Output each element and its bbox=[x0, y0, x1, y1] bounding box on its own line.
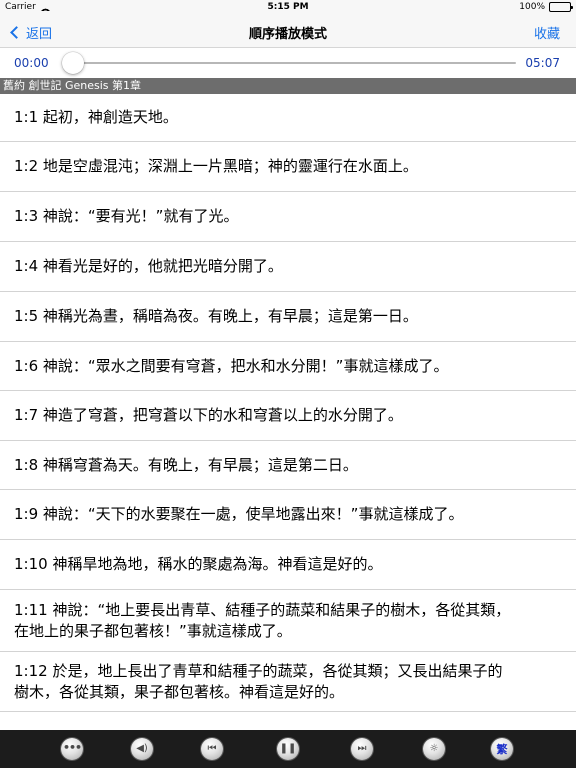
verse-row[interactable]: 1:8 神稱穹蒼為天。有晚上，有早晨；這是第二日。 bbox=[0, 441, 576, 490]
verse-row[interactable]: 1:11 神說：“地上要長出青草、結種子的蔬菜和結果子的樹木，各從其類， 在地上的… bbox=[0, 590, 576, 652]
traditional-chinese-button[interactable]: 繁 bbox=[491, 738, 513, 760]
status-time: 5:15 PM bbox=[267, 2, 309, 12]
verse-row[interactable]: 1:12 於是，地上長出了青草和結種子的蔬菜，各從其類；又長出結果子的 樹木，各從… bbox=[0, 652, 576, 712]
audio-progress-bar: 00:00 05:07 bbox=[0, 48, 576, 78]
verse-list[interactable]: 1:1 起初，神創造天地。 1:2 地是空虛混沌；深淵上一片黑暗；神的靈運行在水面… bbox=[0, 94, 576, 730]
progress-track[interactable] bbox=[68, 62, 516, 64]
verse-row[interactable]: 1:6 神說：“眾水之間要有穹蒼，把水和水分開！”事就這樣成了。 bbox=[0, 342, 576, 391]
verse-text: 1:7 神造了穹蒼，把穹蒼以下的水和穹蒼以上的水分開了。 bbox=[14, 406, 403, 424]
skip-back-icon: ⏮ bbox=[207, 743, 217, 754]
verse-row[interactable]: 1:5 神稱光為晝，稱暗為夜。有晚上，有早晨；這是第一日。 bbox=[0, 292, 576, 342]
previous-button[interactable]: ⏮ bbox=[201, 738, 223, 760]
verse-text: 樹木，各從其類，果子都包著核。神看這是好的。 bbox=[14, 682, 345, 701]
verse-row[interactable]: 1:10 神稱旱地為地，稱水的聚處為海。神看這是好的。 bbox=[0, 540, 576, 590]
favorite-button[interactable]: 收藏 bbox=[534, 23, 560, 42]
verse-text: 1:9 神說：“天下的水要聚在一處，使旱地露出來！”事就這樣成了。 bbox=[14, 505, 464, 523]
speaker-icon: ◀) bbox=[136, 743, 148, 754]
pause-icon: ❚❚ bbox=[279, 743, 297, 754]
progress-slider-thumb[interactable] bbox=[62, 52, 84, 74]
total-time: 05:07 bbox=[525, 56, 560, 70]
verse-text: 1:1 起初，神創造天地。 bbox=[14, 108, 178, 126]
verse-text: 1:6 神說：“眾水之間要有穹蒼，把水和水分開！”事就這樣成了。 bbox=[14, 356, 449, 375]
verse-text: 1:8 神稱穹蒼為天。有晚上，有早晨；這是第二日。 bbox=[14, 455, 358, 474]
bottom-toolbar: ••• ◀) ⏮ ❚❚ ⏭ ☼ 繁 bbox=[0, 730, 576, 768]
verse-text: 在地上的果子都包著核！”事就這樣成了。 bbox=[14, 621, 292, 640]
navigation-bar: 返回 順序播放模式 收藏 bbox=[0, 16, 576, 48]
more-dots-icon: ••• bbox=[62, 740, 82, 754]
traditional-text-icon: 繁 bbox=[496, 742, 508, 756]
verse-text: 1:10 神稱旱地為地，稱水的聚處為海。神看這是好的。 bbox=[14, 555, 383, 573]
current-time: 00:00 bbox=[14, 56, 49, 70]
volume-button[interactable]: ◀) bbox=[131, 738, 153, 760]
verse-text: 1:4 神看光是好的，他就把光暗分開了。 bbox=[14, 257, 283, 275]
verse-row[interactable]: 1:1 起初，神創造天地。 bbox=[0, 94, 576, 142]
verse-text: 1:3 神說：“要有光！”就有了光。 bbox=[14, 207, 239, 225]
more-button[interactable]: ••• bbox=[61, 738, 83, 760]
battery-icon bbox=[549, 2, 573, 12]
verse-row[interactable]: 1:4 神看光是好的，他就把光暗分開了。 bbox=[0, 242, 576, 292]
verse-text: 1:2 地是空虛混沌；深淵上一片黑暗；神的靈運行在水面上。 bbox=[14, 157, 418, 175]
verse-text: 1:5 神稱光為晝，稱暗為夜。有晚上，有早晨；這是第一日。 bbox=[14, 307, 418, 325]
chapter-header: 舊約 創世記 Genesis 第1章 bbox=[0, 78, 576, 94]
next-button[interactable]: ⏭ bbox=[351, 738, 373, 760]
verse-row[interactable]: 1:3 神說：“要有光！”就有了光。 bbox=[0, 192, 576, 242]
status-right: 100% bbox=[519, 2, 573, 12]
page-title: 順序播放模式 bbox=[248, 27, 327, 42]
battery-percent: 100% bbox=[519, 2, 545, 12]
skip-forward-icon: ⏭ bbox=[357, 743, 367, 754]
brightness-button[interactable]: ☼ bbox=[423, 738, 445, 760]
sun-icon: ☼ bbox=[429, 743, 439, 754]
verse-row[interactable]: 1:7 神造了穹蒼，把穹蒼以下的水和穹蒼以上的水分開了。 bbox=[0, 391, 576, 441]
verse-row[interactable]: 1:9 神說：“天下的水要聚在一處，使旱地露出來！”事就這樣成了。 bbox=[0, 490, 576, 540]
status-bar: Carrier 5:15 PM 100% bbox=[0, 0, 576, 16]
verse-row[interactable]: 1:2 地是空虛混沌；深淵上一片黑暗；神的靈運行在水面上。 bbox=[0, 142, 576, 192]
verse-text: 1:12 於是，地上長出了青草和結種子的蔬菜，各從其類；又長出結果子的 bbox=[14, 661, 503, 680]
verse-text: 1:11 神說：“地上要長出青草、結種子的蔬菜和結果子的樹木，各從其類， bbox=[14, 600, 511, 619]
pause-button[interactable]: ❚❚ bbox=[277, 738, 299, 760]
